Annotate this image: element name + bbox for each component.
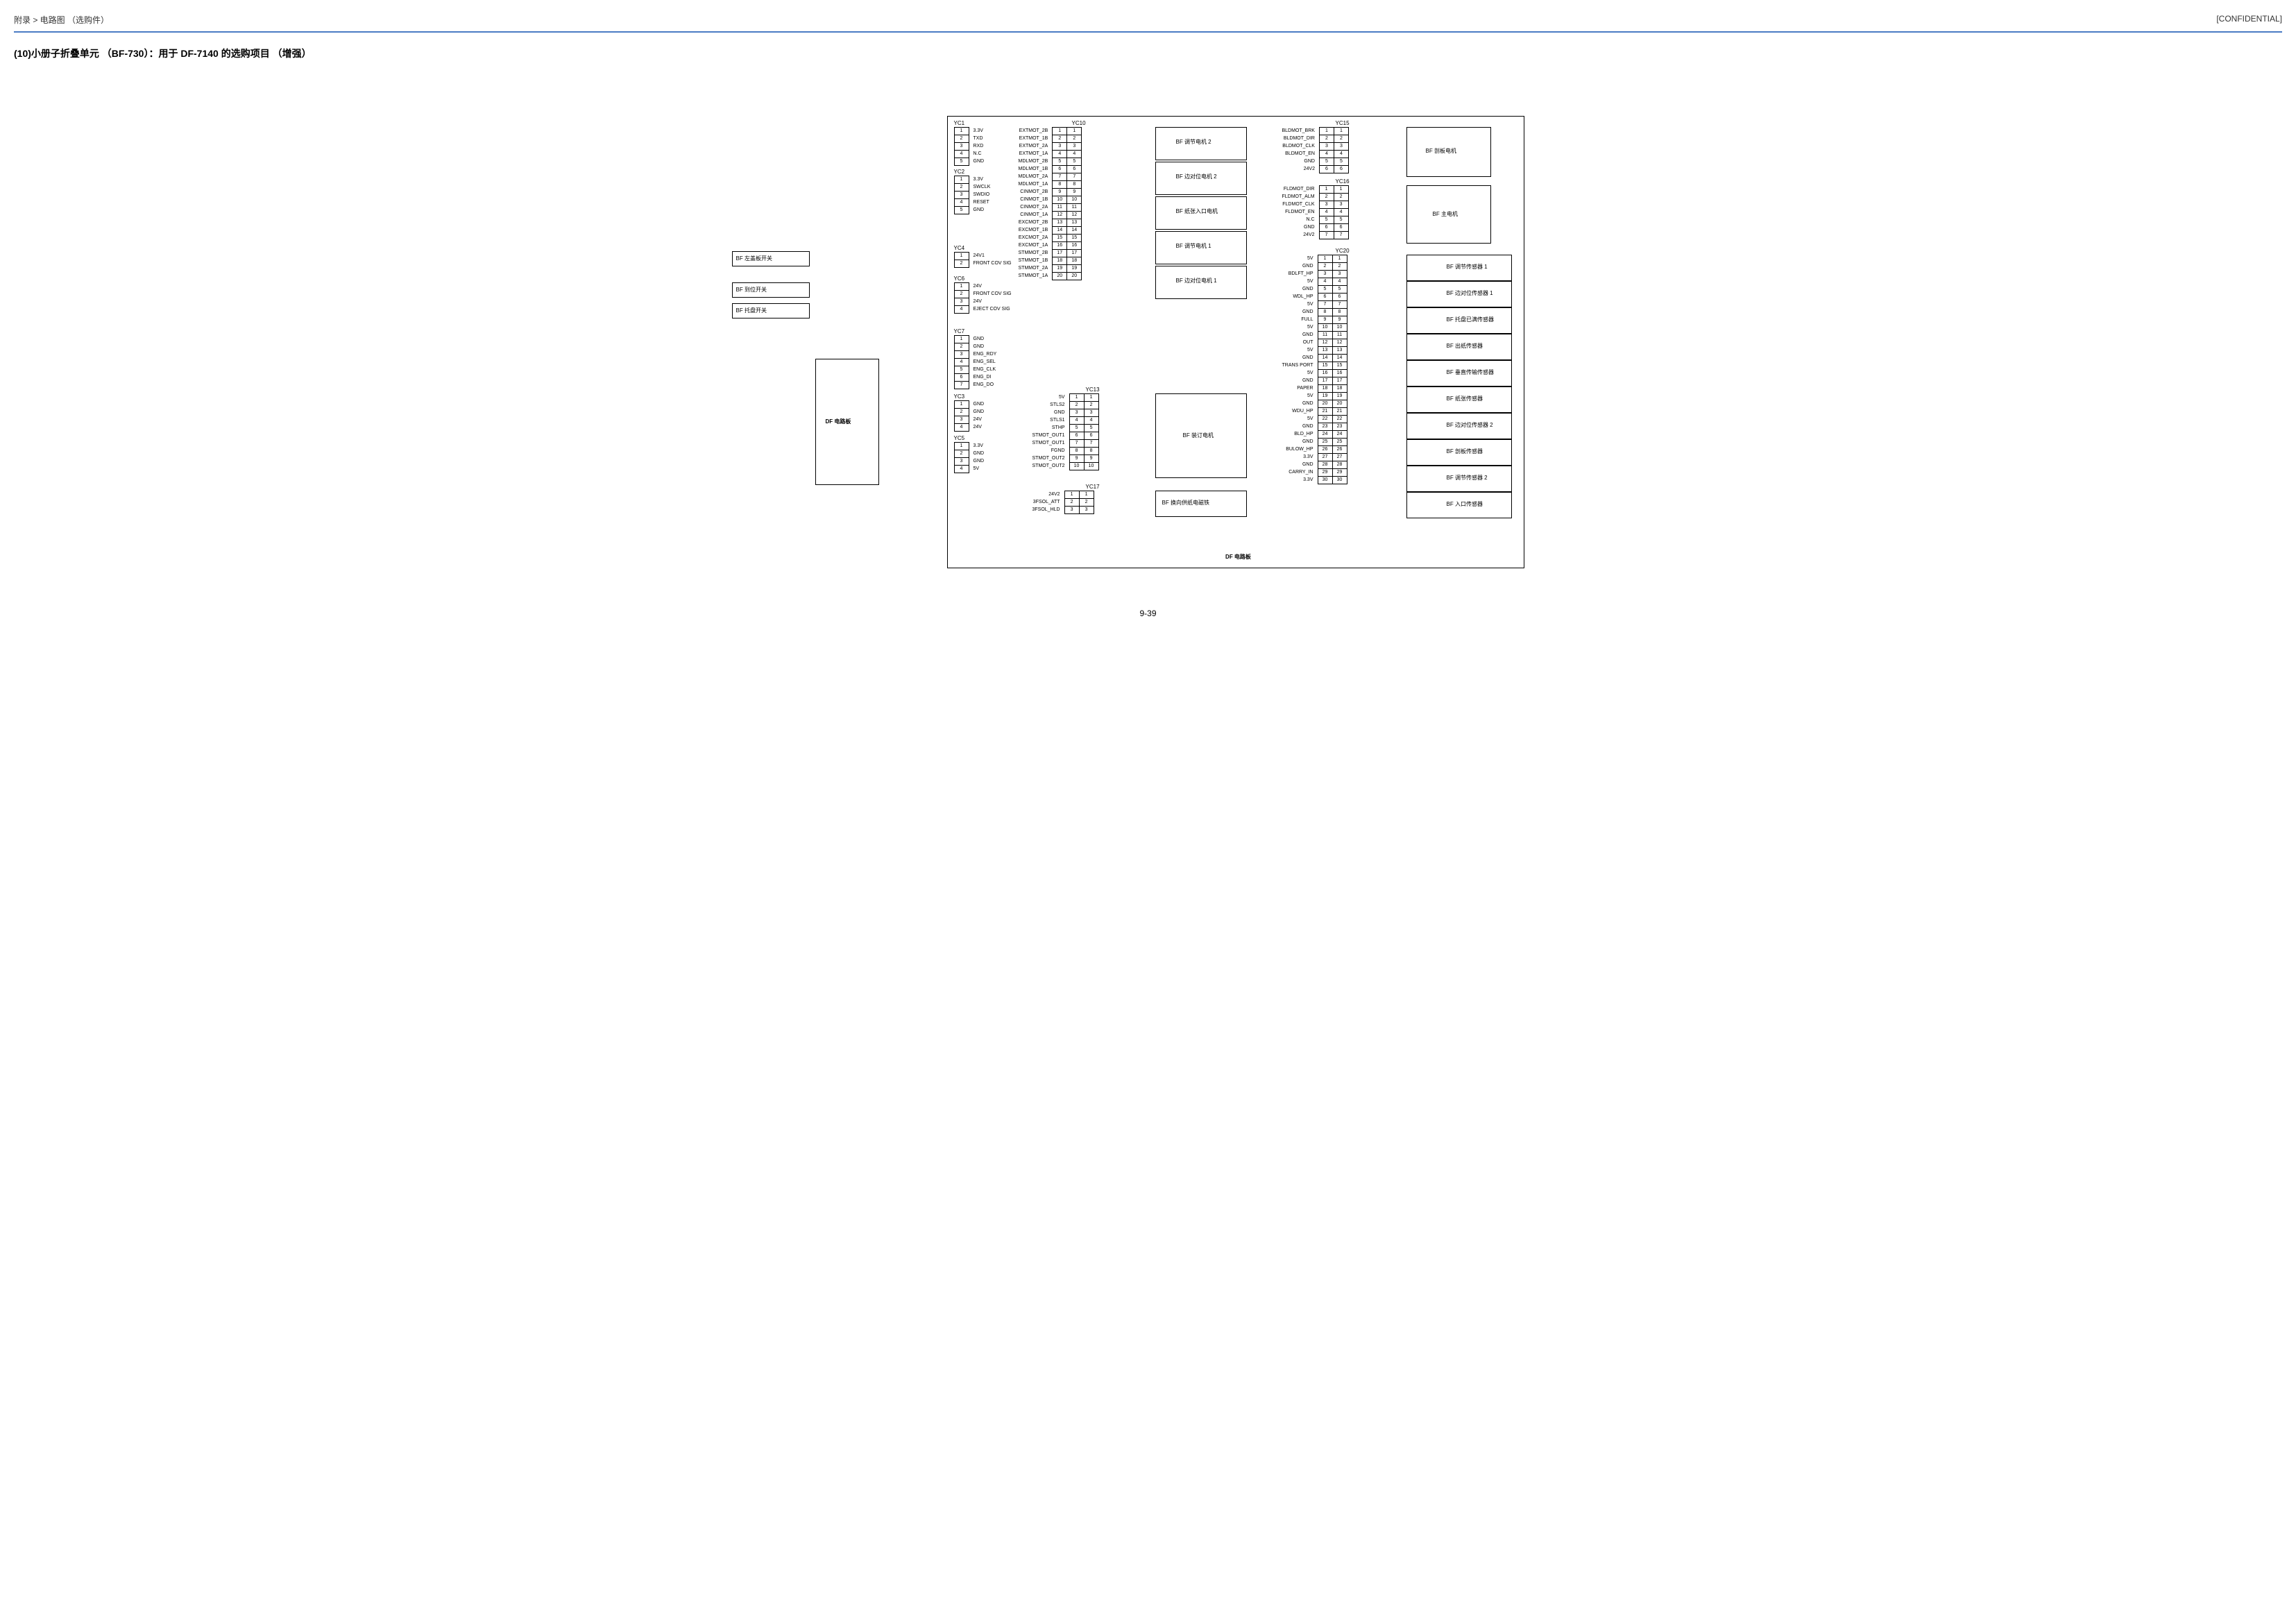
yc6-header: YC6: [954, 275, 965, 282]
s-side1-label: BF 边对位传感器 1: [1447, 289, 1493, 297]
yc16-header: YC16: [1336, 178, 1350, 185]
yc20-header: YC20: [1336, 248, 1350, 254]
yc7-header: YC7: [954, 328, 965, 334]
yc20-pins: 5V11GND22BDLFT_HP335V44GND55WDL_HP665V77…: [1280, 255, 1347, 484]
s-side2-label: BF 边对位传感器 2: [1447, 421, 1493, 429]
m-side1-label: BF 边对位电机 1: [1176, 277, 1217, 284]
yc5-header: YC5: [954, 435, 965, 441]
sw3-label: BF 托盘开关: [736, 307, 767, 314]
df-board-left-label: DF 电路板: [826, 418, 851, 425]
s-trayfull-label: BF 托盘已满传感器: [1447, 316, 1494, 323]
m-main-label: BF 主电机: [1433, 210, 1458, 218]
yc3-header: YC3: [954, 393, 965, 400]
m-side2-label: BF 边对位电机 2: [1176, 173, 1217, 180]
yc4-header: YC4: [954, 245, 965, 251]
header-rule: [14, 31, 2282, 33]
sol-feed-label: BF 换向供纸电磁铁: [1162, 499, 1209, 507]
sw2-label: BF 到位开关: [736, 286, 767, 294]
s-adj1-label: BF 调节传感器 1: [1447, 263, 1488, 271]
yc1-pins: 13.3V2TXD3RXD4N.C5GND: [954, 127, 987, 166]
page-title: (10)小册子折叠单元 （BF-730）：用于 DF-7140 的选购项目 （增…: [14, 46, 2282, 60]
yc13-pins: 5V11STLS222GND33STLS144STHP55STMOT_OUT16…: [1030, 393, 1099, 470]
yc16-pins: FLDMOT_DIR11FLDMOT_ALM22FLDMOT_CLK33FLDM…: [1280, 185, 1349, 239]
m-paperin-label: BF 纸张入口电机: [1176, 207, 1218, 215]
yc5-pins: 13.3V2GND3GND45V: [954, 442, 987, 473]
yc17-header: YC17: [1086, 484, 1100, 490]
yc7-pins: 1GND2GND3ENG_RDY4ENG_SEL5ENG_CLK6ENG_DI7…: [954, 335, 1000, 389]
m-blade-label: BF 剖板电机: [1426, 147, 1456, 155]
yc2-header: YC2: [954, 169, 965, 175]
yc1-header: YC1: [954, 120, 965, 126]
yc15-pins: BLDMOT_BRK11BLDMOT_DIR22BLDMOT_CLK33BLDM…: [1280, 127, 1349, 173]
s-adj2-label: BF 调节传感器 2: [1447, 474, 1488, 482]
yc13-header: YC13: [1086, 386, 1100, 393]
yc10-header: YC10: [1072, 120, 1086, 126]
m-adj1-label: BF 调节电机 1: [1176, 242, 1211, 250]
s-vert-label: BF 垂直传输传感器: [1447, 368, 1494, 376]
yc4-pins: 124V12FRONT COV SIG: [954, 252, 1014, 268]
yc2-pins: 13.3V2SWCLK3SWDIO4RESET5GND: [954, 176, 994, 214]
confidential-label: [CONFIDENTIAL]: [2216, 14, 2282, 26]
circuit-diagram: DF 电路板 BF 左盖板开关 BF 到位开关 BF 托盘开关 DF 电路板 Y…: [711, 81, 1585, 581]
s-blade-label: BF 剖板传感器: [1447, 448, 1483, 455]
yc10-pins: EXTMOT_2B11EXTMOT_1B22EXTMOT_2A33EXTMOT_…: [1017, 127, 1082, 280]
main-board-label: DF 电路板: [1197, 553, 1280, 561]
breadcrumb: 附录 > 电路图 （选购件）: [14, 14, 109, 26]
s-entry-label: BF 入口传感器: [1447, 500, 1483, 508]
m-adj2-label: BF 调节电机 2: [1176, 138, 1211, 146]
yc15-header: YC15: [1336, 120, 1350, 126]
yc3-pins: 1GND2GND324V424V: [954, 400, 987, 432]
yc17-pins: 24V2113FSOL_ATT223FSOL_HLD33: [1030, 491, 1094, 514]
s-paper-label: BF 纸张传感器: [1447, 395, 1483, 402]
m-staple-label: BF 装订电机: [1183, 432, 1214, 439]
page-number: 9-39: [14, 609, 2282, 618]
s-eject-label: BF 出纸传感器: [1447, 342, 1483, 350]
sw1-label: BF 左盖板开关: [736, 255, 772, 262]
yc6-pins: 124V2FRONT COV SIG324V4EJECT COV SIG: [954, 282, 1014, 314]
